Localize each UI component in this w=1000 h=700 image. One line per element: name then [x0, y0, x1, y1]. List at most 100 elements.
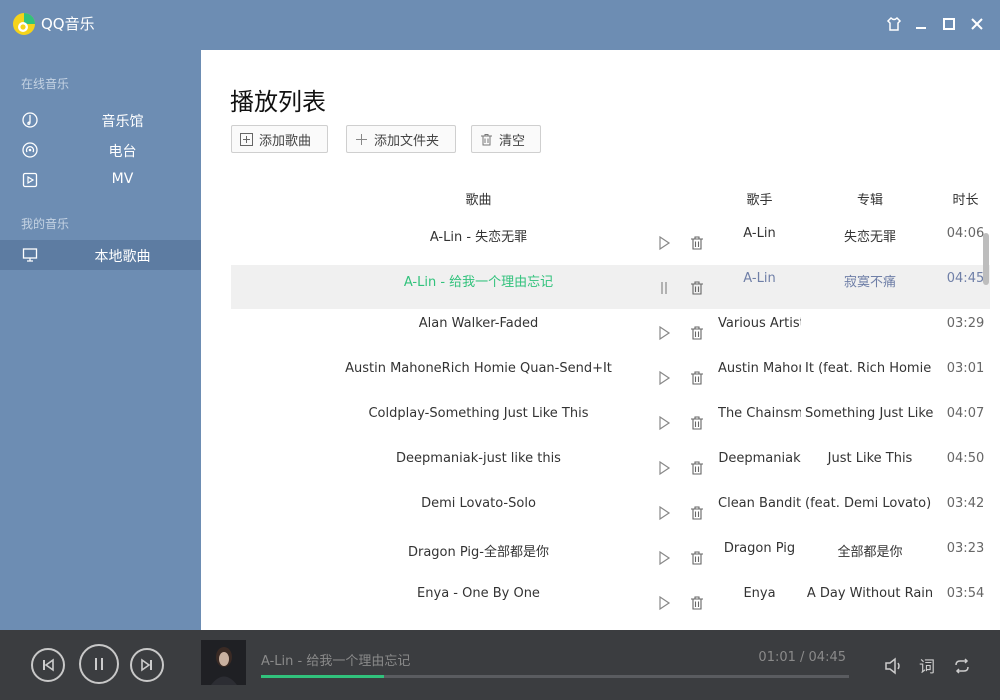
- song-row[interactable]: Dragon Pig-全部都是你 Dragon Pig 全部都是你 03:23: [231, 535, 990, 579]
- music-hall-icon: [22, 112, 38, 128]
- next-icon: [141, 658, 152, 672]
- song-row[interactable]: Deepmaniak-just like this Deepmaniak Just …: [231, 445, 990, 489]
- progress-bar[interactable]: [261, 675, 849, 678]
- song-title: A-Lin - 失恋无罪: [429, 230, 528, 245]
- qq-music-logo: [13, 13, 35, 35]
- add-song-label: 添加歌曲: [259, 133, 312, 149]
- next-button[interactable]: [130, 648, 164, 682]
- delete-icon[interactable]: [689, 325, 705, 341]
- song-artist: Dragon Pig: [723, 541, 796, 556]
- sidebar-item-mv[interactable]: MV: [0, 165, 201, 195]
- playback-time: 01:01 / 04:45: [758, 650, 846, 665]
- song-row[interactable]: Enya - One By One Enya A Day Without Rain 0…: [231, 580, 990, 624]
- volume-icon[interactable]: [884, 656, 904, 676]
- sidebar-item-label: 音乐馆: [101, 114, 144, 130]
- mv-icon: [22, 172, 38, 188]
- column-header-album[interactable]: 专辑: [805, 189, 935, 208]
- sidebar-item-music-hall[interactable]: 音乐馆: [0, 105, 201, 135]
- playlist-panel: 播放列表 添加歌曲 添加文件夹 清空 歌曲 歌手 专辑 时长 A-Lin - 失…: [201, 50, 1000, 630]
- song-artist: A-Lin: [743, 271, 776, 286]
- delete-icon[interactable]: [689, 280, 705, 296]
- song-row[interactable]: Coldplay-Something Just Like This The Cha…: [231, 400, 990, 444]
- song-row[interactable]: Alan Walker-Faded Various Artist 03:29: [231, 310, 990, 354]
- song-title: Deepmaniak-just like this: [396, 451, 561, 466]
- player-bar: A-Lin - 给我一个理由忘记 01:01 / 04:45 词: [0, 630, 1000, 700]
- column-header-artist[interactable]: 歌手: [718, 189, 801, 208]
- app-title: QQ音乐: [41, 15, 95, 33]
- delete-icon[interactable]: [689, 415, 705, 431]
- close-icon[interactable]: [965, 12, 989, 36]
- previous-icon: [43, 658, 54, 672]
- delete-icon[interactable]: [689, 595, 705, 611]
- clear-label: 清空: [499, 133, 526, 149]
- song-title: A-Lin - 给我一个理由忘记: [403, 275, 554, 290]
- song-row[interactable]: Demi Lovato-Solo Clean Bandit (feat. Demi …: [231, 490, 990, 534]
- song-duration: 03:54: [946, 586, 985, 601]
- song-row[interactable]: A-Lin - 失恋无罪 A-Lin 失恋无罪 04:06: [231, 220, 990, 264]
- album-cover-art: [201, 640, 246, 685]
- sidebar-item-label: MV: [111, 171, 134, 187]
- song-duration: 04:50: [946, 451, 985, 466]
- delete-icon[interactable]: [689, 235, 705, 251]
- song-album: A Day Without Rain: [806, 586, 934, 601]
- page-title: 播放列表: [230, 88, 326, 116]
- sidebar-item-local-songs[interactable]: 本地歌曲: [0, 240, 201, 270]
- add-folder-label: 添加文件夹: [374, 133, 440, 149]
- svg-text:词: 词: [919, 657, 935, 676]
- title-bar: QQ音乐: [0, 0, 1000, 50]
- pause-button[interactable]: [79, 644, 119, 684]
- skin-icon[interactable]: [882, 12, 906, 36]
- song-artist: The Chainsmokers: [718, 406, 801, 421]
- column-header-duration[interactable]: 时长: [943, 189, 988, 208]
- pause-icon[interactable]: [656, 280, 672, 296]
- play-icon[interactable]: [656, 370, 672, 386]
- sidebar-item-label: 本地歌曲: [94, 249, 151, 265]
- song-artist: Enya: [743, 586, 776, 601]
- delete-icon[interactable]: [689, 370, 705, 386]
- sidebar: 在线音乐 音乐馆 电台 MV 我的音乐 本地歌曲: [0, 50, 201, 630]
- pause-icon: [95, 658, 103, 670]
- song-title: Dragon Pig-全部都是你: [407, 545, 549, 560]
- play-icon[interactable]: [656, 235, 672, 251]
- album-cover[interactable]: [201, 640, 246, 685]
- song-artist: A-Lin: [743, 226, 776, 241]
- song-duration: 03:23: [946, 541, 985, 556]
- delete-icon[interactable]: [689, 550, 705, 566]
- song-duration: 04:07: [946, 406, 985, 421]
- scrollbar-thumb[interactable]: [983, 233, 989, 285]
- play-icon[interactable]: [656, 460, 672, 476]
- previous-button[interactable]: [31, 648, 65, 682]
- minimize-icon[interactable]: [909, 12, 933, 36]
- song-artist: Various Artist: [718, 316, 801, 331]
- section-my-music: 我的音乐: [21, 217, 70, 231]
- song-album: 全部都是你: [837, 545, 903, 560]
- column-header-song[interactable]: 歌曲: [231, 189, 726, 208]
- song-title: Demi Lovato-Solo: [421, 496, 536, 511]
- song-artist: Clean Bandit: [718, 496, 801, 511]
- delete-icon[interactable]: [689, 505, 705, 521]
- lyrics-icon[interactable]: 词: [918, 656, 938, 676]
- song-album: It (feat. Rich Homie C: [805, 361, 935, 376]
- clear-button[interactable]: 清空: [471, 125, 541, 153]
- song-title: Austin MahoneRich Homie Quan-Send+It: [345, 361, 612, 376]
- song-album: 失恋无罪: [843, 230, 896, 245]
- sidebar-item-radio[interactable]: 电台: [0, 135, 201, 165]
- add-song-button[interactable]: 添加歌曲: [231, 125, 328, 153]
- progress-fill: [261, 675, 385, 678]
- add-folder-button[interactable]: 添加文件夹: [346, 125, 456, 153]
- play-icon[interactable]: [656, 325, 672, 341]
- play-icon[interactable]: [656, 550, 672, 566]
- song-row[interactable]: A-Lin - 给我一个理由忘记 A-Lin 寂寞不痛 04:45: [231, 265, 990, 309]
- now-playing-title: A-Lin - 给我一个理由忘记: [261, 654, 411, 669]
- song-album: (feat. Demi Lovato) -: [805, 496, 935, 511]
- delete-icon[interactable]: [689, 460, 705, 476]
- song-duration: 03:29: [946, 316, 985, 331]
- monitor-icon: [22, 248, 38, 262]
- maximize-icon[interactable]: [937, 12, 961, 36]
- repeat-icon[interactable]: [952, 656, 972, 676]
- play-icon[interactable]: [656, 595, 672, 611]
- play-icon[interactable]: [656, 415, 672, 431]
- song-row[interactable]: Austin MahoneRich Homie Quan-Send+It Aust…: [231, 355, 990, 399]
- play-icon[interactable]: [656, 505, 672, 521]
- song-duration: 04:06: [946, 226, 985, 241]
